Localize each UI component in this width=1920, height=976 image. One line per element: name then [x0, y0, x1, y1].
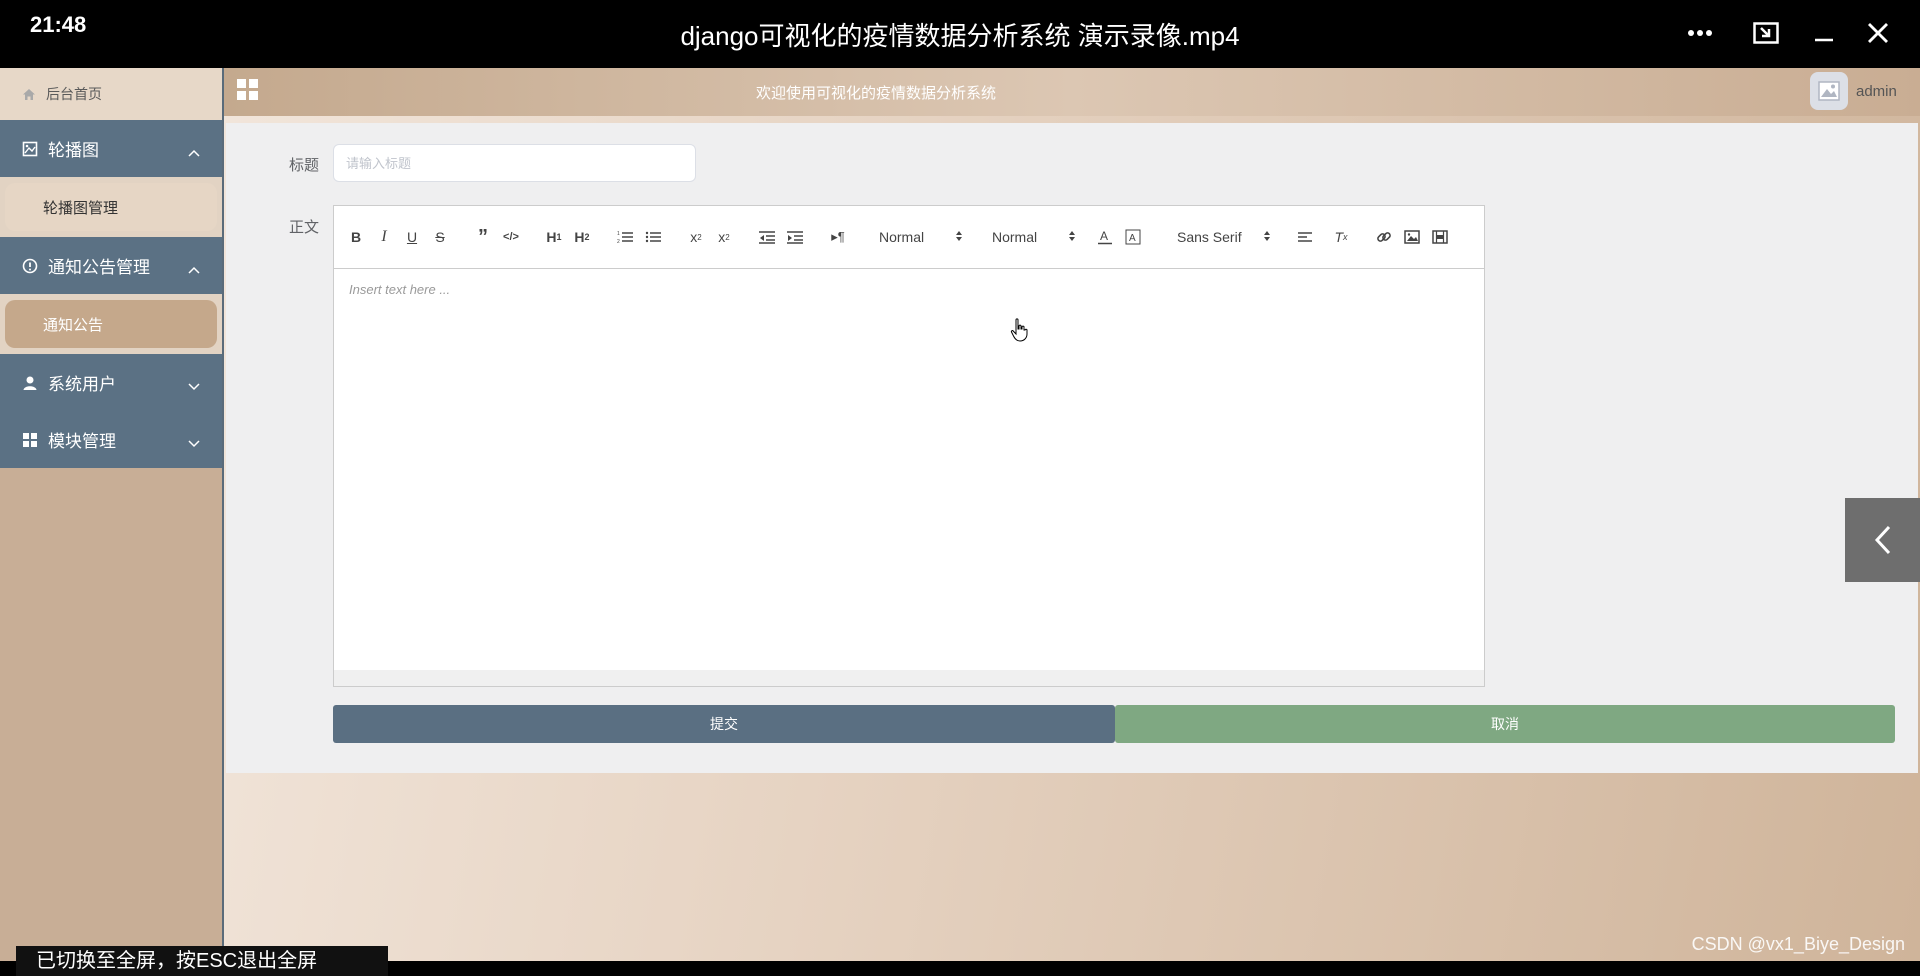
submit-button[interactable]: 提交 — [333, 705, 1115, 743]
bullet-list-icon[interactable] — [642, 227, 664, 247]
sidebar-item-label: 轮播图管理 — [43, 199, 119, 217]
bold-icon[interactable]: B — [345, 227, 367, 247]
sidebar-group-label: 系统用户 — [48, 375, 116, 394]
svg-text:A: A — [1100, 229, 1108, 243]
header-1-icon[interactable]: H1 — [543, 227, 565, 247]
blockquote-icon[interactable]: ” — [472, 226, 494, 248]
admin-app: 后台首页 轮播图 轮播图管理 通知公告管理 通知公告 系统用户 模块管理 欢迎使… — [0, 68, 1920, 976]
code-block-icon[interactable]: </> — [500, 227, 522, 247]
header-2-icon[interactable]: H2 — [571, 227, 593, 247]
minimize-icon[interactable] — [1804, 14, 1844, 52]
watermark: CSDN @vx1_Biye_Design — [1691, 934, 1905, 954]
sidebar-item-label: 通知公告 — [43, 316, 104, 334]
sidebar-group-notice[interactable]: 通知公告管理 — [0, 237, 222, 294]
underline-icon[interactable]: U — [401, 227, 423, 247]
chevron-up-icon — [188, 259, 200, 279]
editor-toolbar: B I U S ” </> H1 H2 12 x2 x2 ▸¶ Normal N… — [334, 206, 1484, 269]
video-insert-icon[interactable] — [1429, 227, 1451, 247]
sidebar-group-label: 通知公告管理 — [48, 258, 150, 277]
header-picker[interactable]: Normal — [992, 227, 1076, 247]
video-title: django可视化的疫情数据分析系统 演示录像.mp4 — [680, 21, 1240, 51]
subscript-icon[interactable]: x2 — [685, 227, 707, 247]
rich-text-editor: B I U S ” </> H1 H2 12 x2 x2 ▸¶ Normal N… — [333, 205, 1485, 687]
collapse-arrow-button[interactable] — [1845, 498, 1920, 582]
text-color-icon[interactable]: A — [1094, 227, 1116, 247]
topbar: 欢迎使用可视化的疫情数据分析系统 admin — [224, 68, 1920, 116]
cancel-button[interactable]: 取消 — [1115, 705, 1895, 743]
chevron-left-icon — [1874, 525, 1890, 555]
sidebar-group-label: 模块管理 — [48, 432, 116, 451]
hand-cursor-icon — [1010, 318, 1028, 347]
sidebar-item-label: 后台首页 — [46, 86, 102, 102]
select-caret-icon — [955, 229, 963, 246]
select-caret-icon — [1068, 229, 1076, 246]
chevron-up-icon — [188, 142, 200, 162]
image-icon — [22, 141, 38, 157]
sidebar-item-home[interactable]: 后台首页 — [0, 68, 222, 120]
home-icon — [23, 88, 35, 100]
image-insert-icon[interactable] — [1401, 227, 1423, 247]
superscript-icon[interactable]: x2 — [713, 227, 735, 247]
more-icon[interactable] — [1680, 14, 1720, 52]
picture-in-picture-icon[interactable] — [1746, 14, 1786, 52]
username[interactable]: admin — [1856, 83, 1897, 100]
indent-icon[interactable] — [784, 227, 806, 247]
svg-text:2: 2 — [617, 239, 620, 244]
info-icon — [22, 258, 38, 274]
sidebar-item-carousel-manage[interactable]: 轮播图管理 — [5, 183, 217, 231]
image-placeholder-icon — [1818, 81, 1840, 101]
font-picker[interactable]: Sans Serif — [1177, 227, 1271, 247]
align-icon[interactable] — [1294, 227, 1316, 247]
user-icon — [22, 375, 38, 391]
size-picker[interactable]: Normal — [879, 227, 963, 247]
select-caret-icon — [1263, 229, 1271, 246]
size-picker-value: Normal — [879, 229, 925, 245]
editor-footer — [334, 670, 1484, 686]
sidebar-submenu: 轮播图管理 — [0, 177, 222, 237]
sidebar: 后台首页 轮播图 轮播图管理 通知公告管理 通知公告 系统用户 模块管理 — [0, 68, 224, 961]
editor-content[interactable]: Insert text here ... — [334, 268, 1484, 672]
font-picker-value: Sans Serif — [1177, 229, 1242, 245]
strike-icon[interactable]: S — [429, 227, 451, 247]
title-label: 标题 — [289, 157, 320, 174]
title-input[interactable] — [333, 144, 696, 182]
clear-format-icon[interactable]: Tx — [1330, 227, 1352, 247]
svg-text:1: 1 — [617, 231, 620, 237]
ordered-list-icon[interactable]: 12 — [614, 227, 636, 247]
welcome-text: 欢迎使用可视化的疫情数据分析系统 — [755, 85, 996, 102]
italic-icon[interactable]: I — [373, 227, 395, 247]
sidebar-submenu: 通知公告 — [0, 294, 222, 354]
avatar[interactable] — [1810, 72, 1848, 110]
grid-icon — [22, 432, 38, 448]
sidebar-item-notice[interactable]: 通知公告 — [5, 300, 217, 348]
video-player-bar: 21:48 django可视化的疫情数据分析系统 演示录像.mp4 — [0, 0, 1920, 68]
sidebar-group-label: 轮播图 — [48, 141, 99, 160]
sidebar-group-modules[interactable]: 模块管理 — [0, 411, 222, 468]
background-color-icon[interactable]: A — [1122, 227, 1144, 247]
body-label: 正文 — [289, 219, 320, 236]
text-direction-icon[interactable]: ▸¶ — [827, 227, 849, 247]
header-picker-value: Normal — [992, 229, 1038, 245]
chevron-down-icon — [188, 433, 200, 453]
notice-form-panel: 标题 正文 B I U S ” </> H1 H2 12 x2 x2 — [226, 123, 1918, 773]
chevron-down-icon — [188, 376, 200, 396]
link-icon[interactable] — [1373, 227, 1395, 247]
svg-text:A: A — [1129, 233, 1136, 244]
outdent-icon[interactable] — [756, 227, 778, 247]
fullscreen-hint: 已切换至全屏，按ESC退出全屏 — [16, 946, 388, 976]
close-icon[interactable] — [1858, 14, 1898, 52]
sidebar-group-users[interactable]: 系统用户 — [0, 354, 222, 411]
sidebar-group-carousel[interactable]: 轮播图 — [0, 120, 222, 177]
